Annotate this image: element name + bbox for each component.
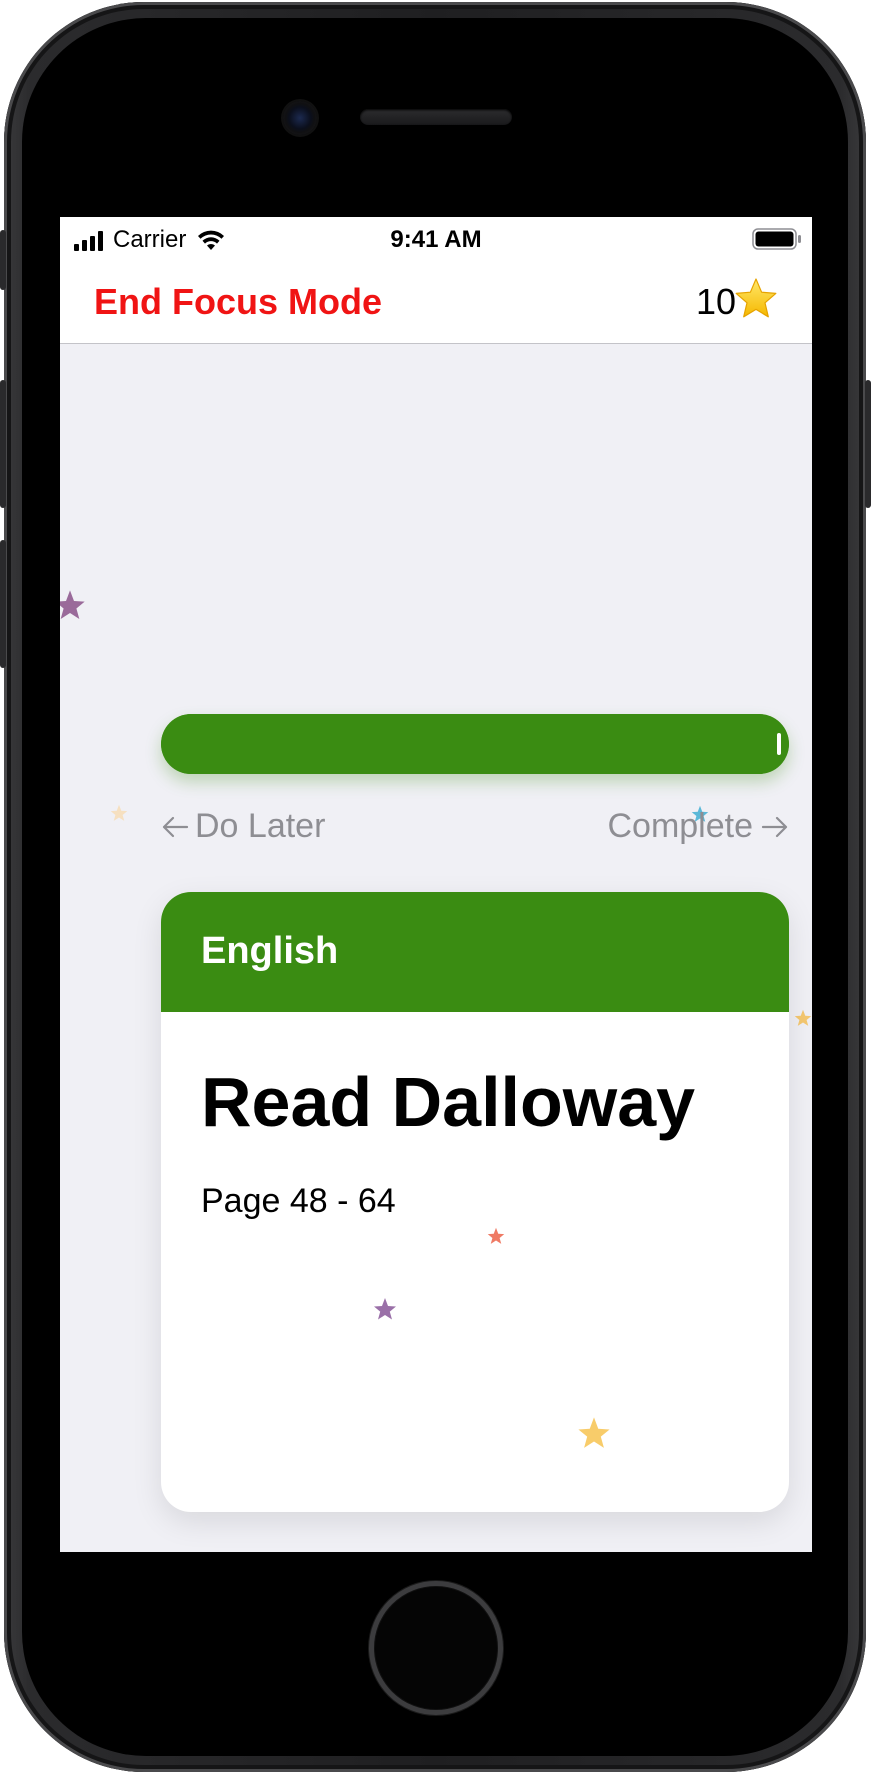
task-action-row: Do Later Complete — [161, 807, 789, 851]
arrow-right-icon — [761, 816, 788, 837]
home-button[interactable] — [369, 1581, 503, 1715]
status-bar: Carrier 9:41 AM — [60, 217, 812, 261]
complete-button[interactable]: Complete — [607, 807, 789, 846]
status-time: 9:41 AM — [390, 226, 482, 253]
mute-switch — [0, 230, 6, 290]
navigation-bar: End Focus Mode 10 — [60, 261, 812, 344]
volume-down-button — [0, 540, 6, 668]
confetti-star-icon — [60, 590, 85, 619]
volume-up-button — [0, 380, 6, 508]
power-button — [865, 380, 871, 508]
focus-progress-bar — [161, 714, 789, 774]
progress-fill — [161, 714, 789, 774]
arrow-left-icon — [162, 816, 189, 837]
task-detail: Page 48 - 64 — [201, 1182, 396, 1220]
app-screen: Carrier 9:41 AM End Focus Mode 10 Do Lat… — [60, 217, 812, 1552]
do-later-label: Do Later — [195, 807, 326, 845]
star-icon — [735, 278, 777, 318]
front-camera — [283, 101, 317, 135]
task-card-header: English — [161, 892, 789, 1012]
confetti-star-icon — [374, 1298, 396, 1320]
battery-icon — [752, 228, 801, 250]
task-subject: English — [201, 930, 339, 972]
progress-end-cap — [777, 733, 781, 755]
task-card[interactable]: English Read Dalloway Page 48 - 64 — [161, 892, 789, 1512]
earpiece-speaker — [360, 109, 512, 125]
confetti-star-icon — [110, 804, 128, 821]
star-count: 10 — [695, 281, 736, 322]
confetti-star-icon — [487, 1227, 505, 1244]
confetti-star-icon — [794, 1009, 812, 1026]
task-title: Read Dalloway — [201, 1063, 696, 1141]
end-focus-mode-button[interactable]: End Focus Mode — [94, 281, 382, 323]
complete-label: Complete — [607, 807, 753, 845]
do-later-button[interactable]: Do Later — [161, 807, 325, 846]
confetti-star-icon — [578, 1417, 610, 1448]
